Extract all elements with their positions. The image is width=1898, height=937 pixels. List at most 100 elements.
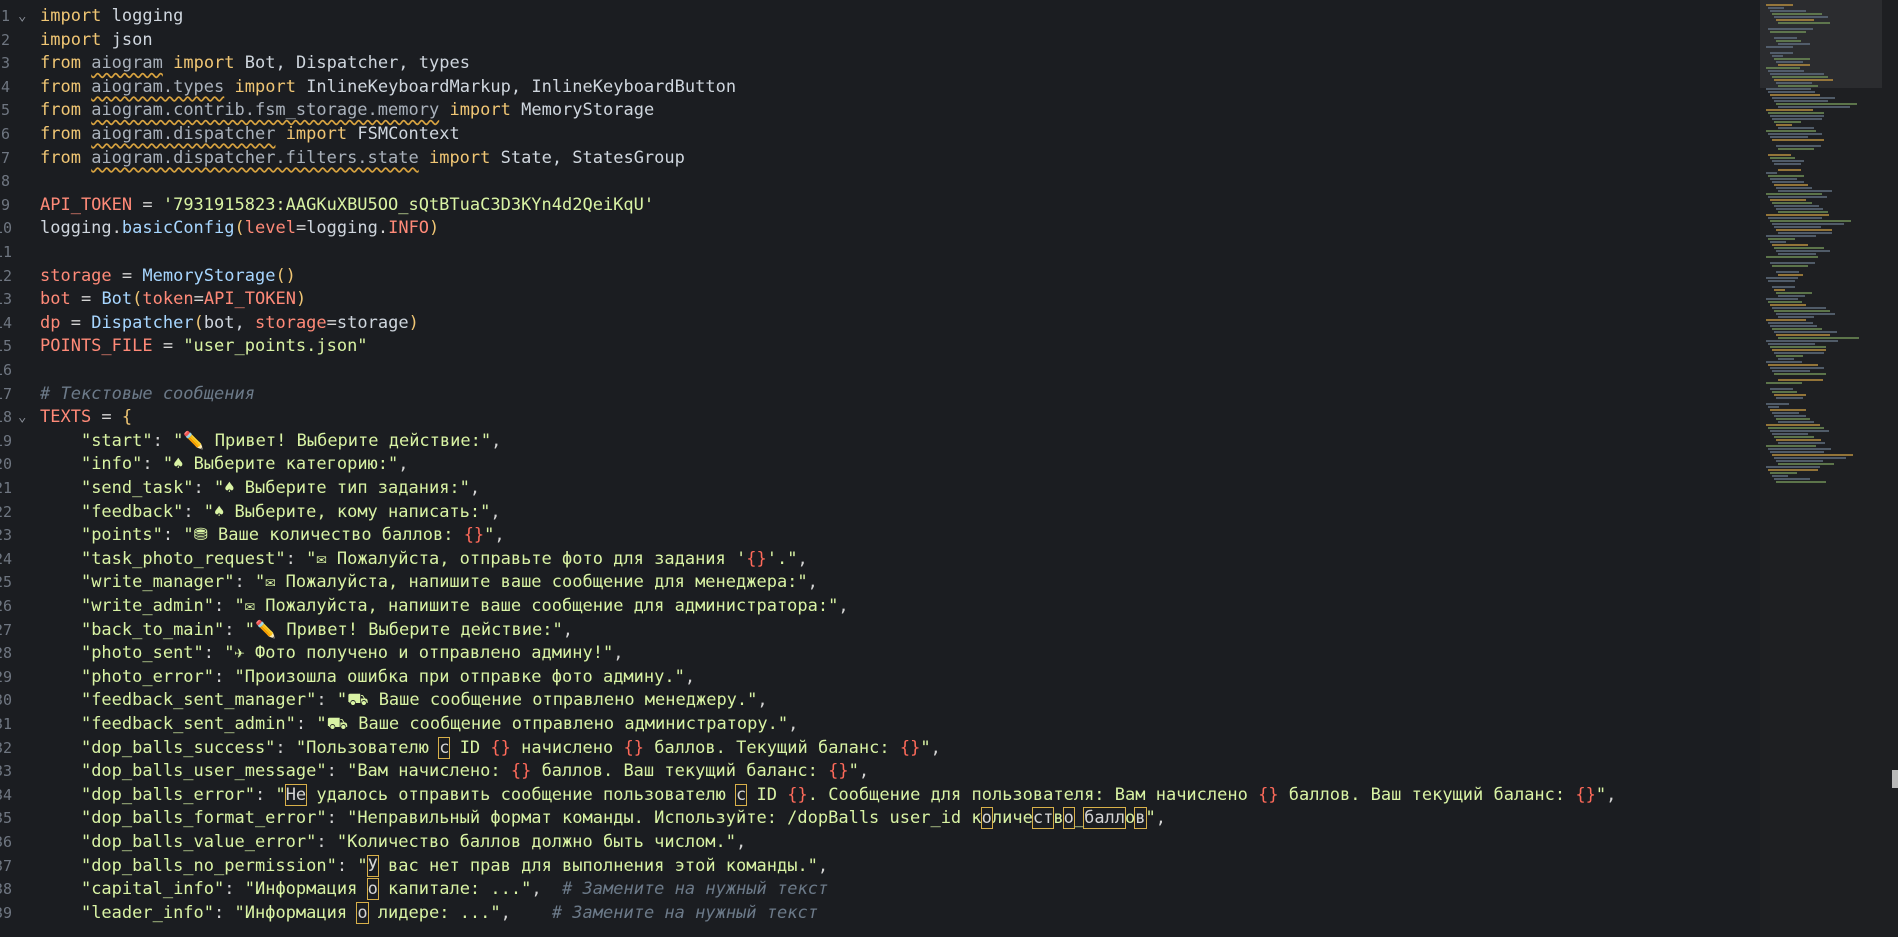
token-mod: aiogram.dispatcher bbox=[91, 124, 276, 144]
minimap-line bbox=[1772, 349, 1826, 351]
minimap-line bbox=[1766, 46, 1793, 48]
minimap-line bbox=[1770, 472, 1797, 474]
token-str: "Вам начислено: bbox=[347, 761, 511, 782]
scrollbar-thumb[interactable] bbox=[1892, 770, 1898, 788]
minimap-line bbox=[1778, 463, 1834, 465]
code-text: "photo_error": "Произошла ошибка при отп… bbox=[40, 665, 695, 689]
token-op bbox=[81, 148, 91, 168]
minimap-line bbox=[1778, 64, 1811, 66]
minimap-line bbox=[1772, 433, 1808, 435]
line-number: 19 bbox=[0, 431, 13, 450]
minimap-line bbox=[1768, 343, 1815, 345]
line-number: 9 bbox=[0, 195, 10, 214]
token-cmt: # Замените на нужный текст bbox=[551, 902, 818, 923]
code-text: "dop_balls_user_message": "Вам начислено… bbox=[40, 759, 869, 783]
token-op: = bbox=[132, 194, 163, 215]
token-op bbox=[40, 525, 81, 545]
line-number: 22 bbox=[0, 502, 13, 521]
token-str: "write_admin" bbox=[80, 596, 215, 616]
minimap-line bbox=[1778, 379, 1823, 381]
minimap-line bbox=[1768, 28, 1813, 30]
token-str: "user_points.json" bbox=[183, 336, 368, 357]
token-op bbox=[81, 53, 91, 73]
token-brace: {} bbox=[1575, 784, 1596, 805]
minimap-line bbox=[1776, 208, 1823, 210]
minimap-line bbox=[1766, 340, 1838, 342]
minimap-line bbox=[1772, 286, 1796, 288]
token-op: : bbox=[336, 855, 358, 876]
token-op: , bbox=[797, 548, 808, 569]
token-op: , bbox=[1606, 784, 1617, 805]
minimap-line bbox=[1768, 91, 1815, 93]
minimap-line bbox=[1766, 193, 1822, 195]
token-kw: { bbox=[121, 407, 133, 428]
token-str: "⛟ Ваше сообщение отправлено администрат… bbox=[316, 714, 789, 734]
code-text: from aiogram.types import InlineKeyboard… bbox=[40, 75, 736, 99]
code-text: "feedback": "♠ Выберите, кому написать:"… bbox=[40, 500, 501, 524]
minimap[interactable] bbox=[1760, 0, 1898, 937]
token-mod: aiogram.dispatcher.filters.state bbox=[91, 147, 419, 168]
token-op: , bbox=[494, 525, 505, 546]
token-op bbox=[40, 549, 81, 569]
minimap-line bbox=[1774, 121, 1801, 123]
token-fn: Bot bbox=[101, 289, 133, 310]
code-text: import json bbox=[40, 28, 153, 52]
token-op bbox=[511, 100, 521, 120]
minimap-line bbox=[1778, 85, 1818, 87]
token-cls: storage bbox=[336, 312, 409, 333]
minimap-line bbox=[1770, 367, 1824, 369]
line-number: 34 bbox=[0, 785, 13, 804]
token-kw: ) bbox=[429, 218, 440, 239]
token-const: bot bbox=[40, 289, 71, 310]
minimap-line bbox=[1770, 94, 1821, 96]
minimap-line bbox=[1768, 280, 1795, 282]
minimap-line bbox=[1774, 478, 1810, 480]
token-str: '." bbox=[766, 548, 798, 569]
token-str: "dop_balls_format_error" bbox=[80, 808, 327, 829]
token-str: " bbox=[920, 737, 931, 758]
token-kw: import bbox=[173, 53, 235, 74]
token-str: "leader_info" bbox=[80, 902, 215, 923]
minimap-line bbox=[1776, 460, 1823, 462]
minimap-line bbox=[1776, 313, 1836, 315]
minimap-line bbox=[1766, 424, 1820, 426]
line-number: 23 bbox=[0, 526, 13, 545]
code-text: "write_admin": "✉ Пожалуйста, напишите в… bbox=[40, 594, 849, 618]
line-number: 18 bbox=[0, 408, 13, 427]
token-str: " bbox=[275, 784, 286, 805]
token-op bbox=[40, 478, 81, 498]
token-op bbox=[40, 903, 81, 923]
token-str: в bbox=[1053, 808, 1064, 829]
code-editor[interactable]: 1 ⌄ import logging 2 import json 3 from aiogra… bbox=[0, 0, 1760, 937]
token-op bbox=[101, 6, 111, 26]
token-str: "Неправильный формат команды. Используйт… bbox=[347, 808, 982, 829]
token-op: : bbox=[152, 430, 174, 451]
fold-chevron-icon[interactable]: ⌄ bbox=[18, 405, 26, 429]
minimap-line bbox=[1772, 139, 1825, 141]
minimap-line bbox=[1776, 145, 1821, 147]
token-hl: о bbox=[356, 901, 369, 924]
fold-chevron-icon[interactable]: ⌄ bbox=[18, 4, 26, 28]
token-kw: from bbox=[40, 147, 81, 168]
token-const: POINTS_FILE bbox=[40, 336, 153, 357]
token-str: "Информация bbox=[234, 902, 358, 923]
token-kw: ) bbox=[408, 312, 419, 333]
token-op: , bbox=[469, 478, 481, 498]
line-number: 8 bbox=[0, 172, 10, 191]
minimap-line bbox=[1774, 79, 1834, 81]
minimap-line bbox=[1766, 445, 1817, 447]
token-cls: Bot, Dispatcher, types bbox=[244, 53, 470, 74]
minimap-line bbox=[1770, 31, 1806, 33]
minimap-line bbox=[1772, 307, 1826, 309]
line-number: 30 bbox=[0, 691, 13, 710]
token-op: , bbox=[684, 666, 696, 687]
minimap-line bbox=[1770, 388, 1793, 390]
minimap-line bbox=[1772, 265, 1808, 267]
token-str: баллов. Текущий баланс: bbox=[643, 737, 900, 758]
token-kw: import bbox=[234, 76, 296, 97]
minimap-line bbox=[1766, 298, 1799, 300]
minimap-line bbox=[1774, 457, 1846, 459]
token-brace: {} bbox=[746, 548, 767, 569]
line-number: 20 bbox=[0, 455, 13, 474]
line-number: 31 bbox=[0, 715, 13, 733]
